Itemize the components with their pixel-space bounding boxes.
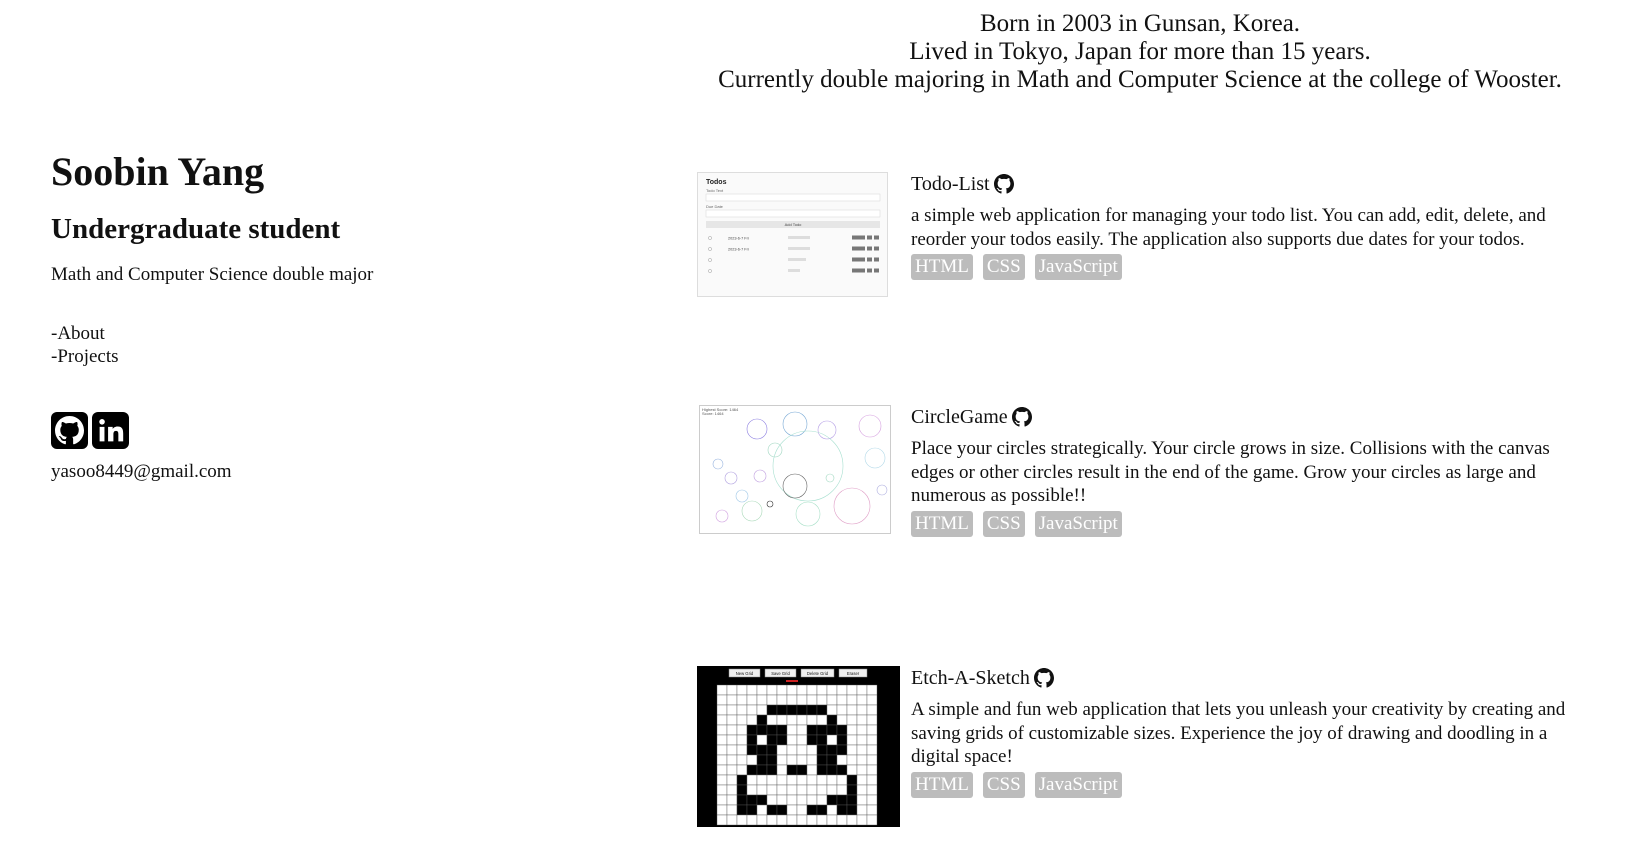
profile-sidebar: Soobin Yang Undergraduate student Math a…	[51, 148, 373, 483]
todo-shot-field1: Todo Text	[706, 188, 724, 193]
project-title-row: Etch-A-Sketch	[911, 666, 1591, 690]
todo-shot-heading: Todos	[706, 179, 727, 186]
about-section: Born in 2003 in Gunsan, Korea. Lived in …	[690, 10, 1590, 94]
tech-tag: CSS	[982, 771, 1025, 798]
tech-tag: CSS	[982, 510, 1025, 537]
project-title: Etch-A-Sketch	[911, 667, 1030, 689]
about-line: Lived in Tokyo, Japan for more than 15 y…	[909, 38, 1371, 65]
profile-major: Math and Computer Science double major	[51, 264, 374, 285]
etch-shot-button: Eraser	[847, 671, 860, 676]
project-title-row: Todo-List	[911, 172, 1591, 196]
etch-shot-button: Save Grid	[771, 671, 790, 676]
tech-tag: JavaScript	[1034, 771, 1122, 798]
tech-tags: HTML CSS JavaScript	[911, 510, 1591, 537]
project-description: A simple and fun web application that le…	[911, 699, 1566, 767]
nav-link-projects[interactable]: -Projects	[51, 345, 373, 368]
project-screenshot-circlegame[interactable]: Highest Score: 1464 Score: 1464	[699, 405, 891, 534]
about-line: Born in 2003 in Gunsan, Korea.	[979, 10, 1301, 37]
social-links	[51, 412, 373, 449]
project-screenshot-etch-a-sketch[interactable]: New Grid Save Grid Delete Grid Eraser	[697, 666, 900, 827]
circle-shot-score: Score: 1464	[702, 411, 724, 416]
nav-link-about[interactable]: -About	[51, 322, 373, 345]
github-icon[interactable]	[51, 412, 88, 449]
profile-name: Soobin Yang	[51, 149, 265, 194]
github-icon[interactable]	[1011, 407, 1032, 427]
tech-tag: JavaScript	[1034, 254, 1122, 280]
tech-tag: JavaScript	[1034, 510, 1122, 537]
todo-shot-field2: Due Date	[706, 204, 724, 209]
etch-shot-button: New Grid	[736, 671, 754, 676]
project-description: Place your circles strategically. Your c…	[911, 438, 1550, 506]
project-title-row: CircleGame	[911, 405, 1591, 429]
project-info: Etch-A-Sketch A simple and fun web appli…	[911, 666, 1591, 798]
project-title: Todo-List	[911, 173, 990, 195]
project-title: CircleGame	[911, 406, 1008, 428]
tech-tags: HTML CSS JavaScript	[911, 771, 1591, 798]
profile-role: Undergraduate student	[51, 213, 341, 245]
etch-shot-button: Delete Grid	[807, 671, 829, 676]
project-screenshot-todo-list[interactable]: Todos Todo Text Due Date Add Todo 2023-6…	[697, 172, 888, 297]
todo-shot-button: Add Todo	[785, 222, 803, 227]
tech-tag: HTML	[911, 771, 973, 798]
tech-tags: HTML CSS JavaScript	[911, 254, 1591, 280]
linkedin-icon[interactable]	[92, 412, 129, 449]
tech-tag: CSS	[982, 254, 1025, 280]
github-icon[interactable]	[993, 174, 1014, 194]
project-info: Todo-List a simple web application for m…	[911, 172, 1591, 280]
project-description: a simple web application for managing yo…	[911, 205, 1546, 250]
project-info: CircleGame Place your circles strategica…	[911, 405, 1591, 537]
tech-tag: HTML	[911, 510, 973, 537]
tech-tag: HTML	[911, 254, 973, 280]
todo-shot-row: 2023-6-7 Fri	[728, 237, 749, 241]
github-icon[interactable]	[1033, 668, 1054, 688]
etch-shot-grid	[716, 684, 878, 826]
todo-shot-row: 2023-6-7 Fri	[728, 248, 749, 252]
contact-email: yasoo8449@gmail.com	[51, 461, 232, 482]
about-line: Currently double majoring in Math and Co…	[718, 66, 1562, 93]
section-nav: -About -Projects	[51, 322, 373, 368]
